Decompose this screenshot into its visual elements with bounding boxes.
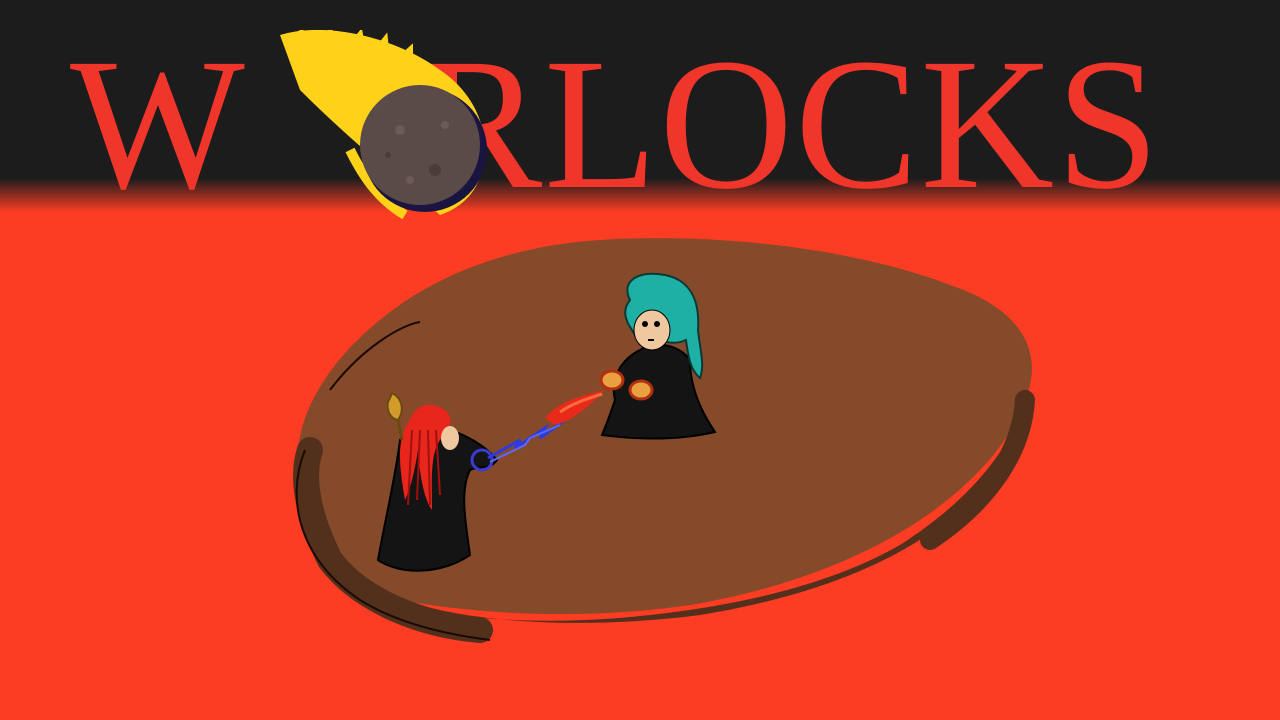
arena-scene	[293, 238, 1035, 643]
